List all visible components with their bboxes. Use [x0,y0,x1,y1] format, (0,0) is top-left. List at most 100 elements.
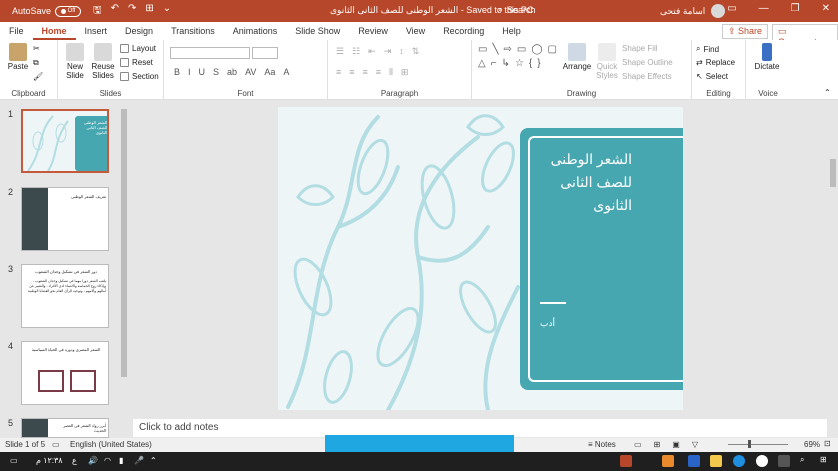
smartart-icon[interactable]: ⊞ [401,67,409,78]
tray-expand-icon[interactable]: ⌃ [150,456,157,465]
copy-icon[interactable]: ⧉ [33,58,39,68]
new-slide-button[interactable]: New Slide [60,43,90,80]
tab-home[interactable]: Home [32,22,76,40]
tab-recording[interactable]: Recording [434,22,493,40]
explorer-taskbar-icon[interactable] [710,455,722,467]
cut-icon[interactable]: ✂ [33,44,40,53]
line-spacing-icon[interactable]: ↕ [399,46,404,57]
slide-sorter-icon[interactable]: ⊞ [654,440,661,449]
align-right-icon[interactable]: ≡ [363,67,368,78]
reading-view-icon[interactable]: ▣ [672,440,680,449]
slide-subtitle[interactable]: أدب [540,318,555,329]
layout-button[interactable]: Layout [120,44,156,53]
reuse-slides-button[interactable]: Reuse Slides [88,43,118,80]
font-format-button[interactable]: B [174,67,180,77]
volume-icon[interactable]: 🔊 [88,456,98,465]
paste-button[interactable]: Paste [3,43,33,71]
present-icon[interactable]: ⊞ [145,3,153,20]
find-button[interactable]: ⌕ Find [696,44,719,54]
keyboard-language[interactable]: ع [72,456,77,465]
star-icon[interactable]: ☆ [515,58,524,69]
elbow-icon[interactable]: ↳ [502,58,510,69]
word-taskbar-icon[interactable] [688,455,700,467]
line-shape-icon[interactable]: ╲ [492,44,498,55]
app-taskbar-icon[interactable] [662,455,674,467]
shapes-gallery[interactable]: ▭ ╲ ⇨ ▭ ◯ ▢ [478,44,557,55]
tab-review[interactable]: Review [349,22,397,40]
task-view-icon[interactable] [778,455,790,467]
main-slide-canvas[interactable]: الشعر الوطنى للصف الثانى الثانوى أدب [278,107,683,410]
powerpoint-taskbar-icon[interactable] [620,455,632,467]
taskbar-search-icon[interactable]: ⌕ [800,455,804,465]
oval-shape-icon[interactable]: ◯ [531,44,542,55]
tab-view[interactable]: View [397,22,434,40]
tab-transitions[interactable]: Transitions [162,22,224,40]
triangle-shape-icon[interactable]: △ [478,58,486,69]
normal-view-icon[interactable]: ▭ [634,440,642,449]
rectangle-shape-icon[interactable]: ▭ [478,44,487,55]
align-left-icon[interactable]: ≡ [336,67,341,78]
zoom-slider[interactable] [728,444,788,445]
tab-insert[interactable]: Insert [76,22,117,40]
search-box[interactable]: ⌕ Search [498,4,536,15]
editor-scrollbar[interactable] [828,101,838,421]
network-icon[interactable]: ◠ [104,456,111,465]
font-format-button[interactable]: A [283,67,289,77]
slide-thumbnail-4[interactable]: الشعر المصرى ودوره فى الحياة السياسية [21,341,109,405]
font-format-button[interactable]: I [188,67,191,77]
indent-icon[interactable]: ⇤ [368,46,376,57]
share-button[interactable]: ⇪ Share [722,24,769,39]
arrange-button[interactable]: Arrange [562,43,592,71]
slideshow-view-icon[interactable]: ▽ [692,440,698,449]
select-button[interactable]: ↖ Select [696,72,728,81]
tab-design[interactable]: Design [116,22,162,40]
start-icon[interactable]: ⊞ [820,455,827,464]
chrome-taskbar-icon[interactable] [756,455,768,467]
customize-toolbar-icon[interactable]: ⌄ [163,3,171,20]
tab-slide-show[interactable]: Slide Show [286,22,349,40]
fit-slide-icon[interactable]: ⊡ [824,439,831,448]
tab-animations[interactable]: Animations [224,22,287,40]
notes-toggle[interactable]: ≡ Notes [588,440,616,449]
font-format-button[interactable]: AV [245,67,256,77]
ribbon-display-icon[interactable]: ▭ [727,3,736,14]
restore-icon[interactable]: ❐ [791,3,800,14]
bullets-icon[interactable]: ☰ [336,46,344,57]
rounded-rect-icon[interactable]: ▢ [548,44,557,55]
font-format-button[interactable]: U [199,67,206,77]
quick-styles-button[interactable]: Quick Styles [592,43,622,80]
notification-icon[interactable]: ▭ [10,456,18,465]
connector-icon[interactable]: ⌐ [491,58,497,69]
font-name-box[interactable] [170,47,250,59]
zoom-slider-thumb[interactable] [748,440,751,448]
slide-thumbnail-2[interactable]: تعريف الشعر الوطنى [21,187,109,251]
dictate-button[interactable]: Dictate [752,43,782,71]
collapse-ribbon-icon[interactable]: ⌃ [824,88,831,97]
title-panel[interactable]: الشعر الوطنى للصف الثانى الثانوى أدب [520,128,683,390]
tab-help[interactable]: Help [493,22,530,40]
slide-thumbnail-1[interactable]: الشعر الوطنى للصف الثانى الثانوى [21,109,109,173]
slide-thumbnail-5[interactable]: أبرز رواد الشعر فى العصر الحديث [21,418,109,438]
replace-button[interactable]: ⇄ Replace [696,58,735,67]
microphone-tray-icon[interactable]: 🎤 [134,456,144,465]
spelling-icon[interactable]: ▭ [52,440,60,449]
text-direction-icon[interactable]: ⇅ [412,46,420,57]
autosave-toggle[interactable]: Off [55,5,82,17]
undo-icon[interactable]: ↶ [111,3,119,20]
close-icon[interactable]: ✕ [822,3,830,14]
align-center-icon[interactable]: ≡ [349,67,354,78]
language-indicator[interactable]: English (United States) [70,440,152,449]
brace-close-icon[interactable]: } [537,58,540,69]
clock[interactable]: ١٢:٣٨ م [36,456,63,465]
numbering-icon[interactable]: ☷ [352,46,360,57]
redo-icon[interactable]: ↷ [128,3,136,20]
font-format-button[interactable]: ab [227,67,237,77]
zoom-level[interactable]: 69% [804,440,820,449]
columns-icon[interactable]: ⫴ [389,67,393,78]
section-button[interactable]: Section [120,72,159,81]
tab-file[interactable]: File [0,22,33,40]
format-painter-icon[interactable]: 🖌 [33,72,43,81]
autosave-control[interactable]: AutoSave Off [12,5,82,17]
font-format-button[interactable]: Aa [264,67,275,77]
shape-outline-button[interactable]: Shape Outline [622,58,673,67]
